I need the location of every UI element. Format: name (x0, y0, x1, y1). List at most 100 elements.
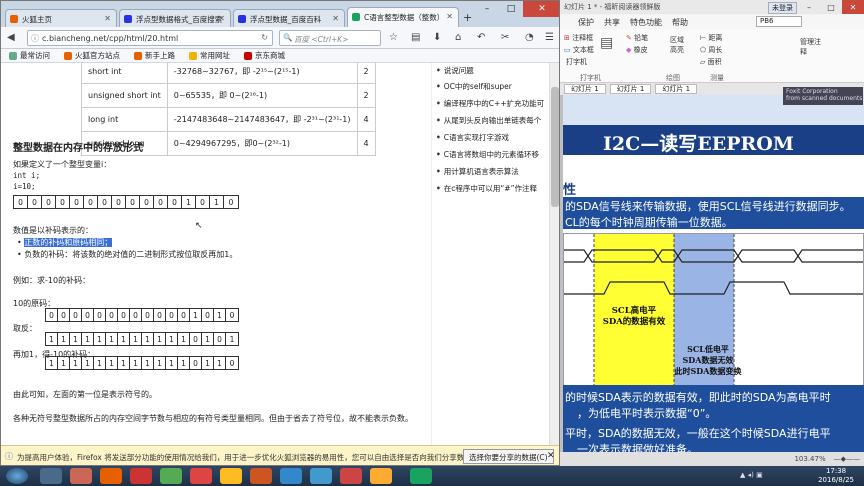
ribbon-typewriter[interactable]: 打字机 (566, 57, 587, 67)
close-tab-icon[interactable]: ✕ (332, 14, 339, 23)
tab-baidu-search[interactable]: 浮点型数据格式_百度搜索 ✕ (119, 9, 231, 27)
star-icon[interactable]: ☆ (389, 32, 398, 43)
page-scrollbar[interactable] (549, 63, 559, 445)
label-scl-high: SCL高电平 SDA的数据有效 (602, 306, 666, 327)
tab-protect[interactable]: 保护 (578, 17, 594, 28)
bit-cell: 0 (70, 196, 84, 208)
close-tab-icon[interactable]: ✕ (218, 14, 225, 23)
selected-text[interactable]: 正数的补码和原码相同； (24, 238, 113, 247)
site-info-icon[interactable]: ⓘ (31, 33, 39, 44)
search-input[interactable]: 🔍 百度 <Ctrl+K> (279, 30, 381, 46)
bookmark-most-visited[interactable]: 最常访问 (9, 50, 50, 61)
close-icon[interactable]: ✕ (842, 0, 864, 14)
doc-tab[interactable]: 幻灯片 1 (655, 84, 698, 94)
close-notice-icon[interactable]: ✕ (547, 451, 555, 461)
bit-cell: 0 (112, 196, 126, 208)
choose-data-button[interactable]: 选择你要分享的数据(C) (463, 449, 554, 464)
ribbon-manage-comments[interactable]: 管理注释 (800, 37, 824, 57)
menu-icon[interactable]: ☰ (545, 32, 554, 43)
undo-icon[interactable]: ↶ (477, 32, 485, 43)
doc-tab[interactable]: 幻灯片 1 (564, 84, 606, 94)
ribbon-area[interactable]: ▱ 面积 (700, 57, 722, 67)
login-button[interactable]: 未登录 (768, 2, 797, 14)
sidebar-link[interactable]: • C语言实现打字游戏 (436, 132, 548, 143)
clock[interactable]: 17:38 2016/8/25 (818, 467, 854, 485)
bit-cell: 1 (70, 357, 82, 369)
close-tab-icon[interactable]: ✕ (104, 14, 111, 23)
taskbar-app[interactable] (130, 468, 152, 484)
taskbar-app[interactable] (190, 468, 212, 484)
table-cell: 0~4294967295，即0~(2³²-1) (166, 131, 358, 156)
sidebar-link[interactable]: • OC中的self和super (436, 81, 548, 92)
page-content: short int -32768~32767，即 -2¹⁵~(2¹⁵-1) 2 un… (1, 63, 549, 445)
doc-tab[interactable]: 幻灯片 1 (609, 84, 652, 94)
taskbar-app[interactable] (160, 468, 182, 484)
maximize-icon[interactable]: □ (820, 0, 842, 14)
sidebar-link[interactable]: • 说说问题 (436, 65, 548, 76)
ribbon-area-highlight[interactable]: 区域高亮 (670, 35, 690, 55)
tab-share[interactable]: 共享 (604, 17, 620, 28)
home-icon[interactable]: ⌂ (455, 32, 461, 43)
taskbar-media[interactable] (70, 468, 92, 484)
zoom-level[interactable]: 103.47% (794, 455, 825, 463)
new-tab-button[interactable]: + (463, 11, 472, 24)
taskbar-app[interactable] (410, 468, 432, 484)
ribbon-perimeter[interactable]: ⬠ 周长 (700, 45, 722, 55)
close-icon[interactable]: ✕ (523, 1, 559, 17)
scrollbar-thumb[interactable] (551, 87, 559, 207)
tray-icons[interactable]: ▲ ◂) ▣ (740, 471, 763, 479)
close-tab-icon[interactable]: ✕ (446, 12, 453, 21)
bookmark-firefox-site[interactable]: 火狐官方站点 (64, 50, 120, 61)
list-item: • 负数的补码：将该数的绝对值的二进制形式按位取反再加1。 (17, 250, 238, 259)
ribbon-text-box[interactable]: ▭ 文本框 (564, 45, 594, 55)
sidebar-link[interactable]: • 在c程序中可以用“#”作注释 (436, 183, 548, 194)
taskbar-firefox[interactable] (100, 468, 122, 484)
download-icon[interactable]: ⬇ (433, 32, 441, 43)
back-icon[interactable]: ◀ (7, 32, 15, 43)
print-icon[interactable]: ▤ (600, 35, 613, 51)
taskbar-explorer[interactable] (40, 468, 62, 484)
sidebar-link[interactable]: • 从尾到头反向输出单链表每个 (436, 115, 548, 126)
start-button[interactable] (6, 468, 28, 484)
bit-cell: 0 (154, 309, 166, 321)
sidebar-link[interactable]: • 用计算机语言表示算法 (436, 166, 548, 177)
tab-firefox-home[interactable]: 火狐主页 ✕ (5, 9, 117, 27)
reading-list-icon[interactable]: ▤ (411, 32, 420, 43)
ribbon-distance[interactable]: ⊢ 距离 (700, 33, 722, 43)
taskbar-app[interactable] (310, 468, 332, 484)
tab-c-integer[interactable]: C语言整型数据（整数） ✕ (347, 7, 459, 27)
bit-cell: 1 (130, 357, 142, 369)
search-engine-icon[interactable]: 🔍 (283, 33, 292, 42)
sidebar-link[interactable]: • 编译程序中的C++扩充功能可 (436, 98, 548, 109)
bookmark-icon (189, 51, 197, 60)
reload-icon[interactable]: ↻ (261, 33, 268, 42)
slide-title: I2C—读写EEPROM (603, 133, 794, 155)
table-cell: 4 (356, 131, 376, 156)
minimize-icon[interactable]: – (798, 0, 820, 14)
tab-baidu-baike[interactable]: 浮点型数据_百度百科 ✕ (233, 9, 345, 27)
zoom-slider[interactable]: —◆—— (834, 455, 860, 463)
bookmark-common-sites[interactable]: 常用网址 (189, 50, 230, 61)
reader-search-input[interactable]: PB6 (756, 16, 802, 27)
bookmark-jd[interactable]: 京东商城 (244, 50, 285, 61)
minimize-icon[interactable]: – (475, 1, 499, 17)
ribbon-eraser[interactable]: ◆ 橡皮 (626, 45, 648, 55)
extension-icon[interactable]: ◔ (525, 32, 534, 43)
maximize-icon[interactable]: □ (499, 1, 523, 17)
screenshot-icon[interactable]: ✂ (501, 32, 509, 43)
tab-features[interactable]: 特色功能 (630, 17, 662, 28)
taskbar-app[interactable] (280, 468, 302, 484)
bookmark-getting-started[interactable]: 新手上路 (134, 50, 175, 61)
mouse-cursor-icon: ↖ (195, 221, 203, 231)
ribbon-pencil[interactable]: ✎ 铅笔 (626, 33, 648, 43)
taskbar-app[interactable] (250, 468, 272, 484)
taskbar-app[interactable] (340, 468, 362, 484)
table-cell: short int (81, 63, 168, 84)
taskbar-app[interactable] (220, 468, 242, 484)
url-bar[interactable]: ⓘ c.biancheng.net/cpp/html/20.html ↻ (27, 30, 273, 46)
ribbon-comment-box[interactable]: ⊞ 注释框 (564, 33, 593, 43)
watermark: Foxit Corporation from scanned documents (783, 87, 863, 105)
sidebar-link[interactable]: • C语言将数组中的元素循环移 (436, 149, 548, 160)
tab-help[interactable]: 帮助 (672, 17, 688, 28)
taskbar-app[interactable] (370, 468, 392, 484)
